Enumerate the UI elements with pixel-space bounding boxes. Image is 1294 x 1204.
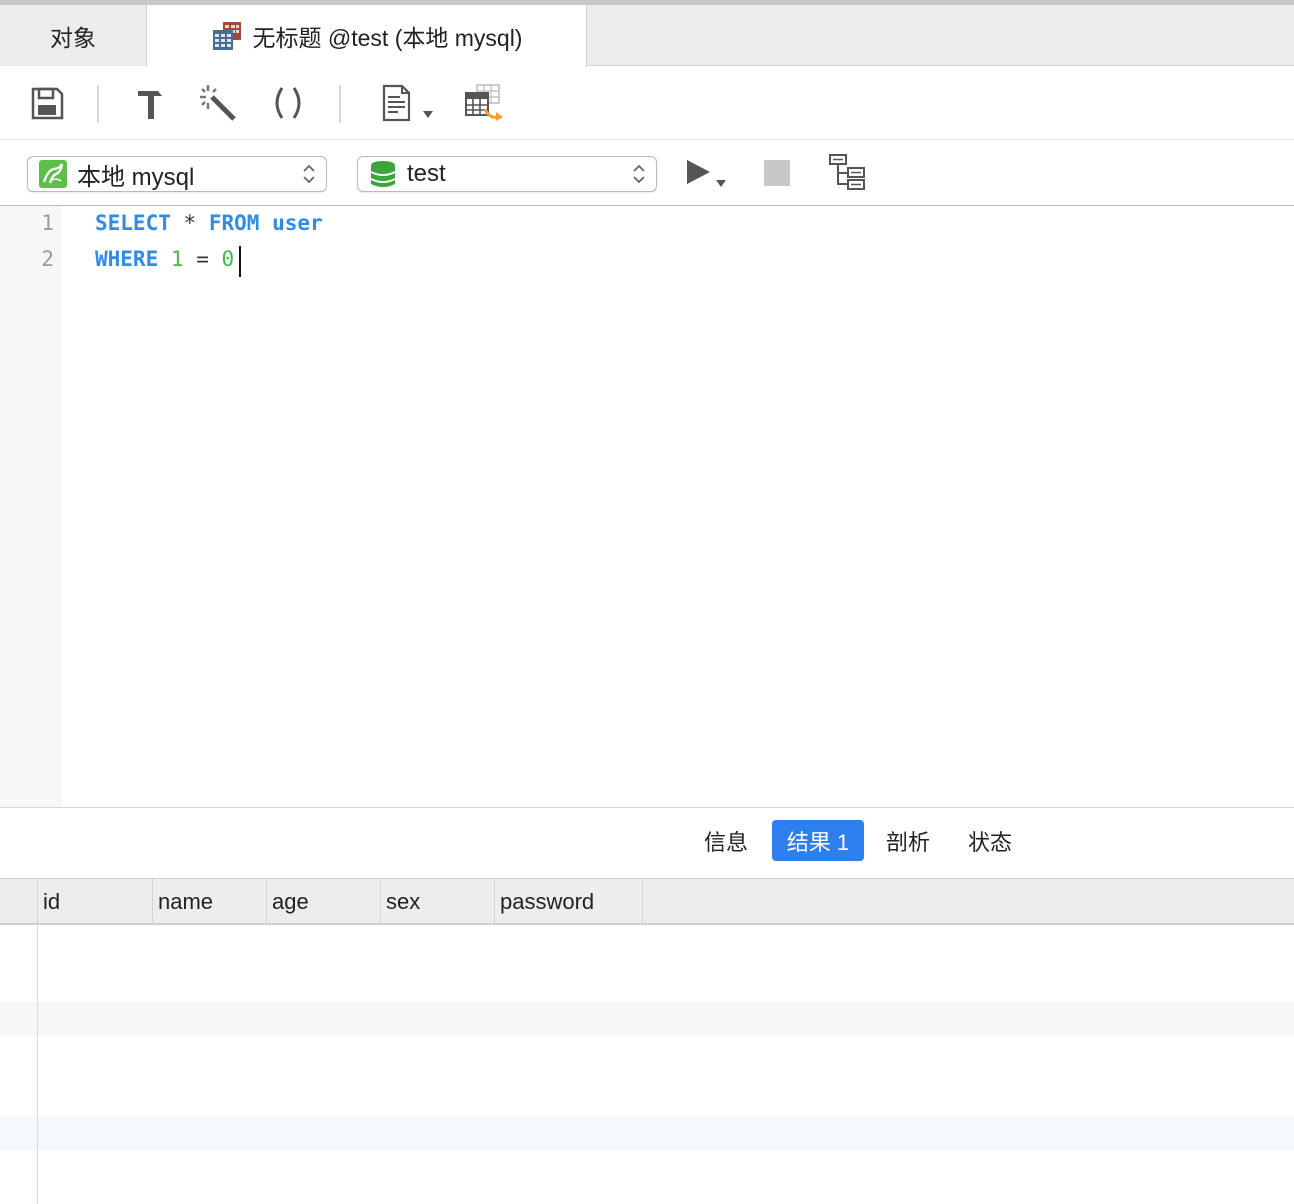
empty-row-stripe [0,1002,1294,1036]
tab-result-1[interactable]: 结果 1 [772,820,864,861]
code-wrap-button[interactable] [266,81,310,125]
sql-operator: * [183,211,197,235]
magic-wand-icon [200,85,236,121]
sql-identifier: user [272,211,323,235]
export-result-button[interactable] [462,81,508,125]
beautify-button[interactable] [196,81,240,125]
save-icon [31,87,64,120]
chevron-updown-icon [303,164,315,184]
text-caret [239,246,241,277]
text-menu-button[interactable] [376,81,436,125]
text-document-icon [382,84,433,122]
sql-number: 0 [221,247,235,271]
row-selector-divider [37,925,38,1204]
code-line-2: WHERE 1 = 0 [95,247,234,271]
line-number: 2 [41,247,54,271]
result-grid[interactable]: id name age sex password [0,878,1294,1204]
column-header-sex[interactable]: sex [380,879,494,924]
tab-status[interactable]: 状态 [958,820,1022,861]
toolbar-separator [97,85,99,123]
code-line-1: SELECT * FROM user [95,211,323,235]
empty-row-stripe [0,1116,1294,1150]
column-header-label: password [500,888,595,914]
explain-tree-icon [829,154,865,190]
connection-bar: 本地 mysql test [0,140,1294,206]
save-button[interactable] [25,81,69,125]
database-select-value: test [407,160,446,187]
server-select[interactable]: 本地 mysql [27,156,327,192]
play-icon [687,160,726,187]
line-number-gutter: 1 2 [0,206,61,807]
line-number: 1 [41,211,54,235]
grid-header: id name age sex password [0,878,1294,925]
chevron-updown-icon [633,164,645,184]
tab-result-1-label: 结果 1 [786,829,850,855]
tab-query[interactable]: 无标题 @test (本地 mysql) [147,5,587,67]
sql-keyword: SELECT [95,211,171,235]
column-header-label: age [272,888,309,914]
database-icon [371,161,395,187]
query-table-icon [212,22,241,50]
column-header-label: id [43,888,61,914]
explain-button[interactable] [828,153,866,191]
database-select[interactable]: test [357,156,657,192]
sql-keyword: FROM [208,211,260,235]
column-header-age[interactable]: age [266,879,380,924]
sql-number: 1 [170,247,184,271]
column-header-label: name [158,888,214,914]
tab-objects-label: 对象 [50,24,96,51]
column-header-password[interactable]: password [494,879,643,924]
server-select-value: 本地 mysql [77,163,195,191]
sql-operator: = [196,247,209,271]
sql-keyword: WHERE [95,247,159,271]
toolbar-separator [339,85,341,123]
tab-profile[interactable]: 剖析 [876,820,940,861]
column-header-id[interactable]: id [37,879,152,924]
tab-query-label: 无标题 @test (本地 mysql) [252,25,523,51]
hammer-icon [138,91,162,119]
toolbar [0,67,1294,140]
run-button[interactable] [684,156,730,192]
sql-editor[interactable]: 1 2 SELECT * FROM user WHERE 1 = 0 [0,206,1294,808]
tab-info-label: 信息 [703,829,748,855]
tab-info[interactable]: 信息 [694,820,758,861]
column-header-name[interactable]: name [152,879,266,924]
stop-button[interactable] [764,160,790,186]
parentheses-icon [275,87,301,119]
tab-status-label: 状态 [967,829,1012,855]
table-export-icon [465,84,503,121]
result-tab-bar: 信息 结果 1 剖析 状态 [0,808,1294,878]
tab-objects[interactable]: 对象 [0,5,147,66]
tab-profile-label: 剖析 [885,829,930,855]
tab-bar: 对象 无标题 @test (本地 mysql) [0,5,1294,67]
column-header-label: sex [386,888,421,914]
mysql-connection-icon [39,160,67,188]
build-button[interactable] [128,81,172,125]
